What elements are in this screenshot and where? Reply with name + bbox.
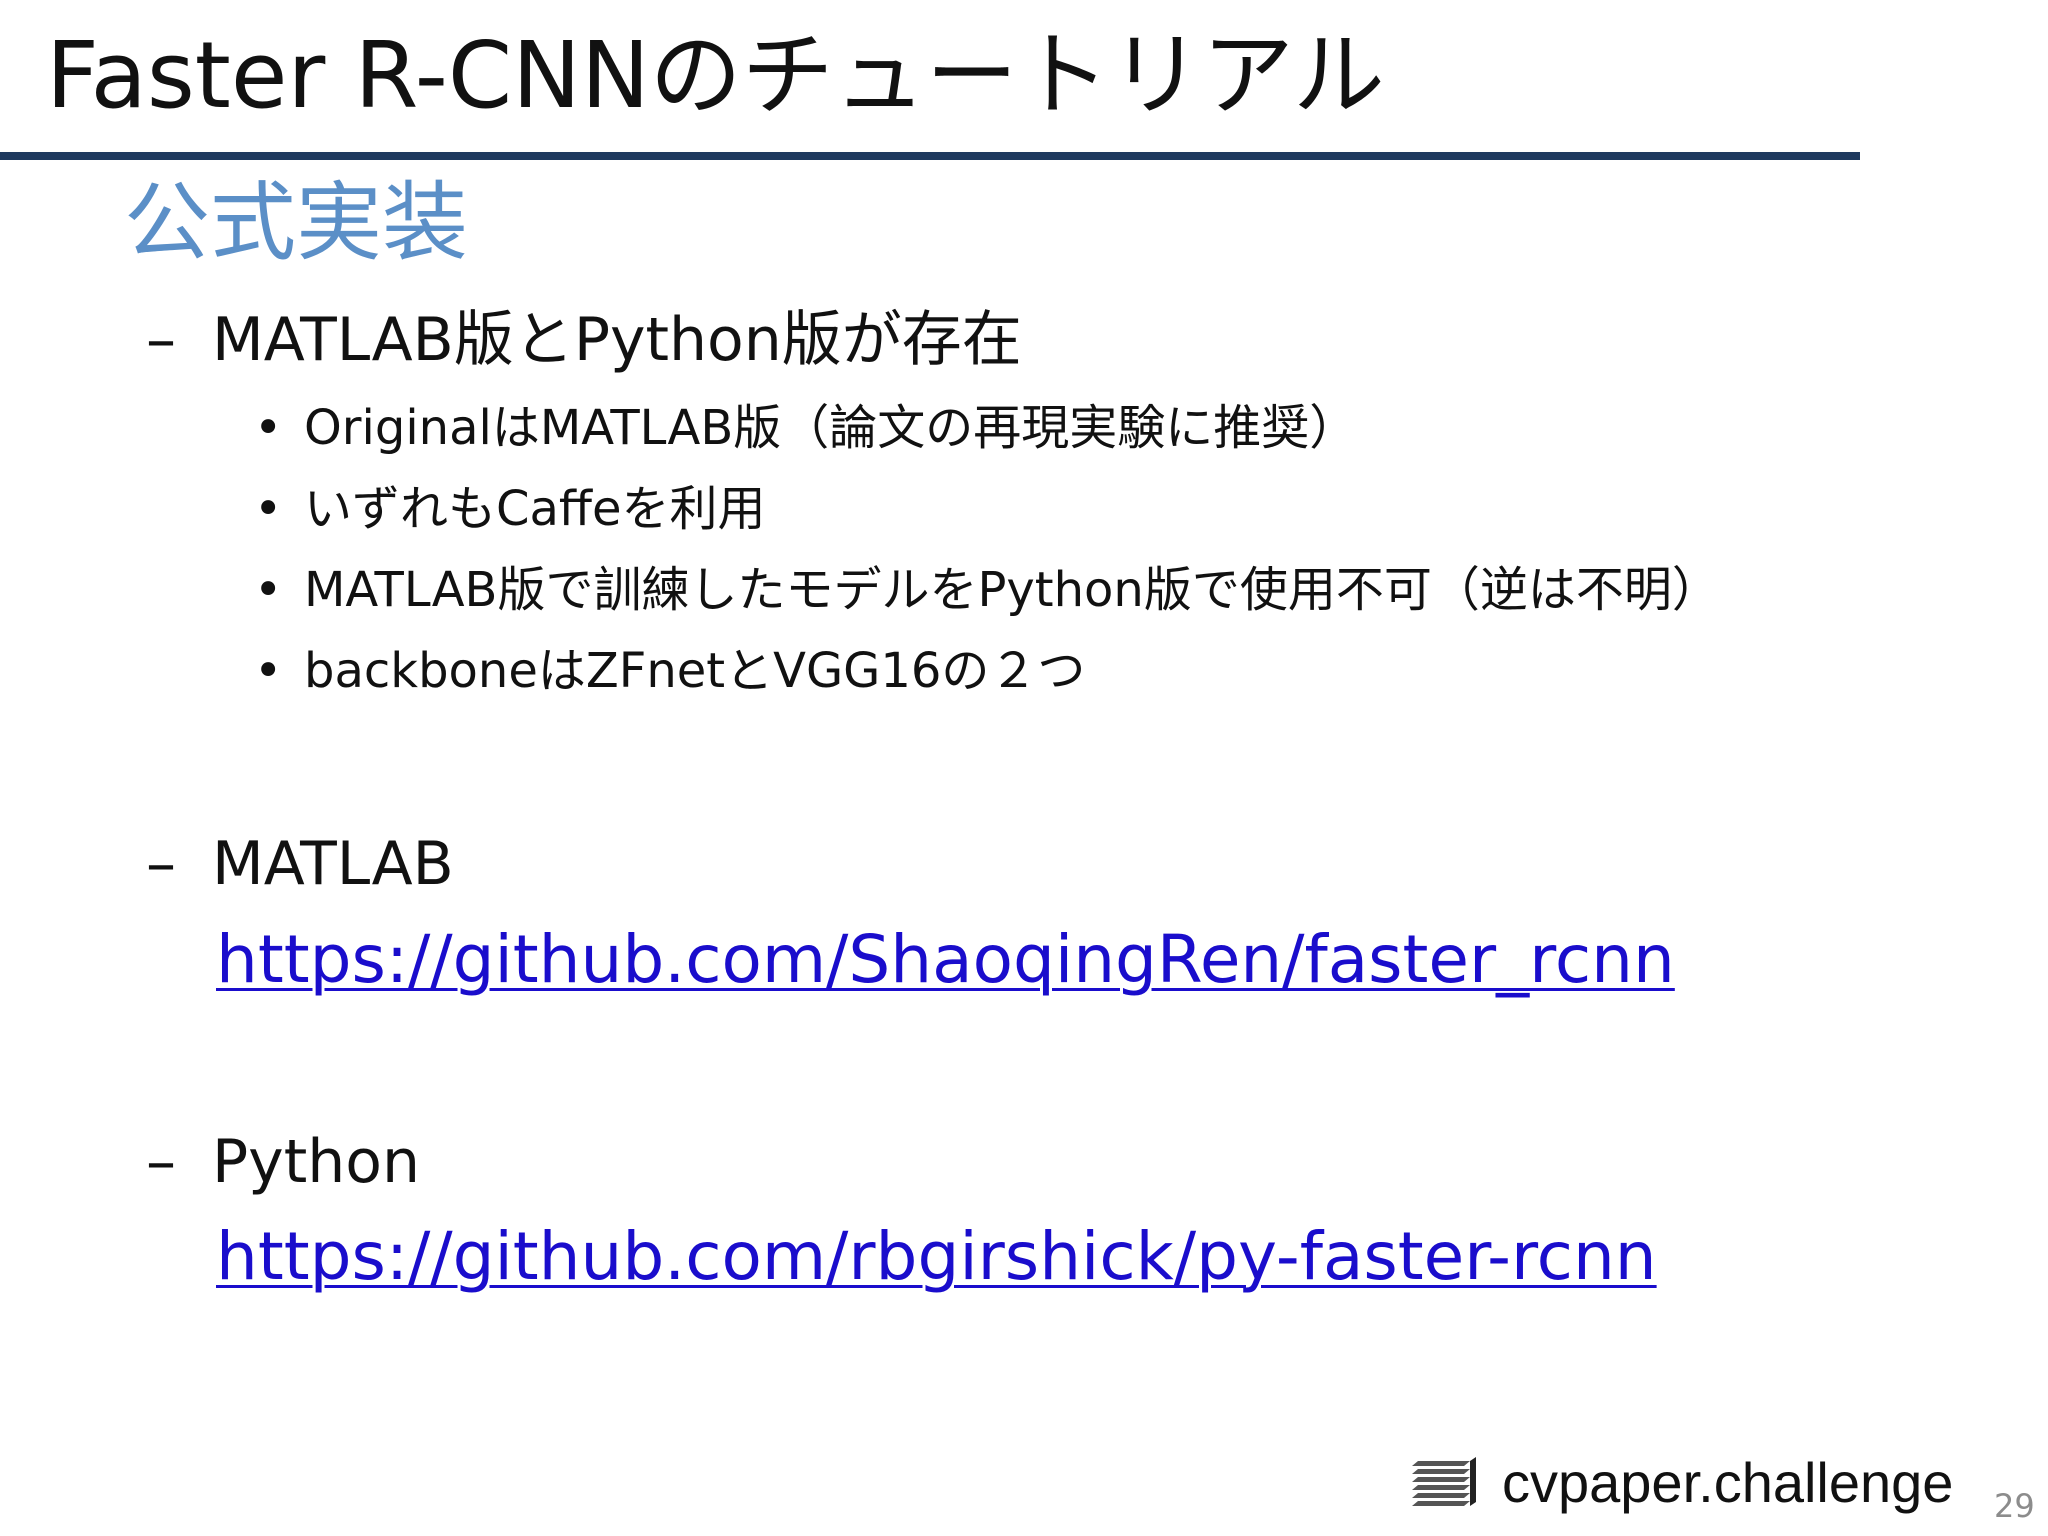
page-number: 29 (1994, 1487, 2035, 1525)
dash-item-python: – Python (146, 1122, 420, 1202)
dash-marker: – (146, 1127, 176, 1197)
bullet-text: OriginalはMATLAB版（論文の再現実験に推奨） (304, 400, 1358, 456)
bullet-item: • いずれもCaffeを利用 (254, 477, 766, 541)
title-divider (0, 152, 1860, 160)
logo-text: cvpaper.challenge (1502, 1451, 1954, 1514)
dash-marker: – (146, 829, 176, 899)
slide-title: Faster R-CNNのチュートリアル (46, 22, 1385, 129)
bullet-text: MATLAB版で訓練したモデルをPython版で使用不可（逆は不明） (304, 562, 1720, 618)
dash-item-text: Python (212, 1127, 420, 1197)
slide: Faster R-CNNのチュートリアル 公式実装 – MATLAB版とPytho… (0, 0, 2048, 1536)
bullet-text: backboneはZFnetとVGG16の２つ (304, 643, 1086, 699)
stacked-layers-icon (1412, 1457, 1476, 1506)
dash-item-text: MATLAB (212, 829, 454, 899)
bullet-dot: • (254, 400, 283, 456)
cvpaper-logo: cvpaper.challenge (1412, 1448, 1953, 1518)
dash-item-text: MATLAB版とPython版が存在 (212, 305, 1022, 375)
python-repo-link[interactable]: https://github.com/rbgirshick/py-faster-… (216, 1214, 1657, 1300)
dash-item-matlab: – MATLAB (146, 824, 454, 904)
dash-marker: – (146, 305, 176, 375)
bullet-item: • OriginalはMATLAB版（論文の再現実験に推奨） (254, 396, 1357, 460)
bullet-item: • backboneはZFnetとVGG16の２つ (254, 639, 1085, 703)
bullet-item: • MATLAB版で訓練したモデルをPython版で使用不可（逆は不明） (254, 558, 1720, 622)
bullet-dot: • (254, 643, 283, 699)
bullet-dot: • (254, 481, 283, 537)
bullet-text: いずれもCaffeを利用 (304, 481, 766, 537)
matlab-repo-link[interactable]: https://github.com/ShaoqingRen/faster_rc… (216, 917, 1675, 1003)
dash-item-versions: – MATLAB版とPython版が存在 (146, 300, 1022, 380)
section-heading: 公式実装 (124, 173, 468, 273)
bullet-dot: • (254, 562, 283, 618)
